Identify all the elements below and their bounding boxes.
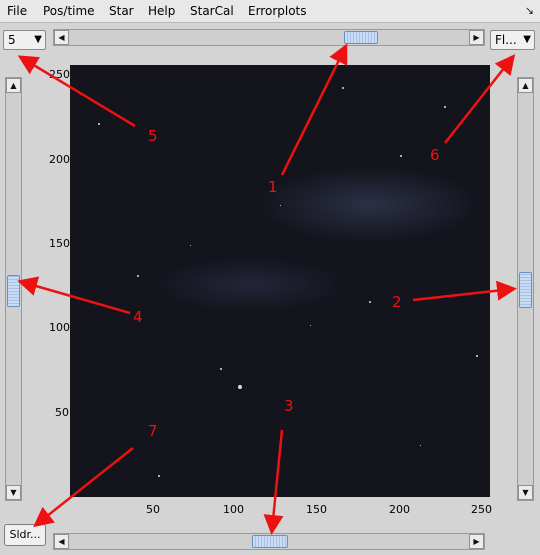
top-horizontal-scrollbar[interactable]: ◀ ▶ — [53, 29, 485, 46]
filter-combo-value: Fl... — [495, 33, 517, 47]
annotation-label-1: 1 — [268, 178, 278, 196]
chevron-down-icon: ▼ — [34, 34, 42, 45]
menu-file[interactable]: File — [7, 4, 27, 18]
level-combo[interactable]: 5 ▼ — [3, 30, 46, 50]
scroll-left-icon[interactable]: ◀ — [54, 30, 69, 45]
star-point — [310, 325, 311, 326]
chevron-down-icon: ▼ — [523, 34, 531, 45]
star-point — [280, 205, 281, 206]
star-point — [369, 301, 371, 303]
x-tick-label: 100 — [223, 503, 244, 516]
star-point — [400, 155, 402, 157]
scroll-up-icon[interactable]: ▲ — [6, 78, 21, 93]
right-vertical-scrollbar[interactable]: ▲ ▼ — [517, 77, 534, 501]
star-point — [190, 245, 191, 246]
app-window: File Pos/time Star Help StarCal Errorplo… — [0, 0, 540, 555]
menu-help[interactable]: Help — [148, 4, 175, 18]
star-point — [238, 385, 242, 389]
annotation-label-5: 5 — [148, 127, 158, 145]
star-point — [137, 275, 139, 277]
annotation-label-7: 7 — [148, 422, 158, 440]
y-tick-label: 100 — [49, 321, 70, 334]
star-point — [476, 355, 478, 357]
menu-star[interactable]: Star — [109, 4, 134, 18]
scroll-up-icon[interactable]: ▲ — [518, 78, 533, 93]
star-point — [98, 123, 100, 125]
menu-errorplots[interactable]: Errorplots — [248, 4, 307, 18]
star-point — [220, 368, 222, 370]
y-tick-label: 50 — [55, 406, 69, 419]
annotation-label-3: 3 — [284, 397, 294, 415]
left-vertical-scrollbar[interactable]: ▲ ▼ — [5, 77, 22, 501]
menu-bar: File Pos/time Star Help StarCal Errorplo… — [0, 0, 540, 23]
bottom-scroll-thumb[interactable] — [252, 535, 288, 548]
x-tick-label: 250 — [471, 503, 492, 516]
y-tick-label: 150 — [49, 237, 70, 250]
x-tick-label: 50 — [146, 503, 160, 516]
annotation-label-2: 2 — [392, 293, 402, 311]
filter-combo[interactable]: Fl... ▼ — [490, 30, 535, 50]
menu-pos-time[interactable]: Pos/time — [43, 4, 95, 18]
star-point — [158, 475, 160, 477]
star-point — [420, 445, 421, 446]
y-tick-label: 250 — [49, 68, 70, 81]
scroll-right-icon[interactable]: ▶ — [469, 30, 484, 45]
right-scroll-thumb[interactable] — [519, 272, 532, 308]
left-scroll-thumb[interactable] — [7, 275, 20, 307]
scroll-right-icon[interactable]: ▶ — [469, 534, 484, 549]
level-combo-value: 5 — [8, 33, 16, 47]
restore-icon[interactable]: ↘ — [525, 4, 534, 17]
bottom-horizontal-scrollbar[interactable]: ◀ ▶ — [53, 533, 485, 550]
x-tick-label: 200 — [389, 503, 410, 516]
y-tick-label: 200 — [49, 153, 70, 166]
menu-starcal[interactable]: StarCal — [190, 4, 234, 18]
scroll-down-icon[interactable]: ▼ — [6, 485, 21, 500]
annotation-label-4: 4 — [133, 308, 143, 326]
star-image-plot[interactable] — [70, 65, 490, 497]
top-scroll-thumb[interactable] — [344, 31, 378, 44]
scroll-left-icon[interactable]: ◀ — [54, 534, 69, 549]
slider-button[interactable]: Sldr... — [4, 524, 46, 546]
scroll-down-icon[interactable]: ▼ — [518, 485, 533, 500]
star-point — [444, 106, 446, 108]
star-point — [342, 87, 344, 89]
x-tick-label: 150 — [306, 503, 327, 516]
annotation-label-6: 6 — [430, 146, 440, 164]
